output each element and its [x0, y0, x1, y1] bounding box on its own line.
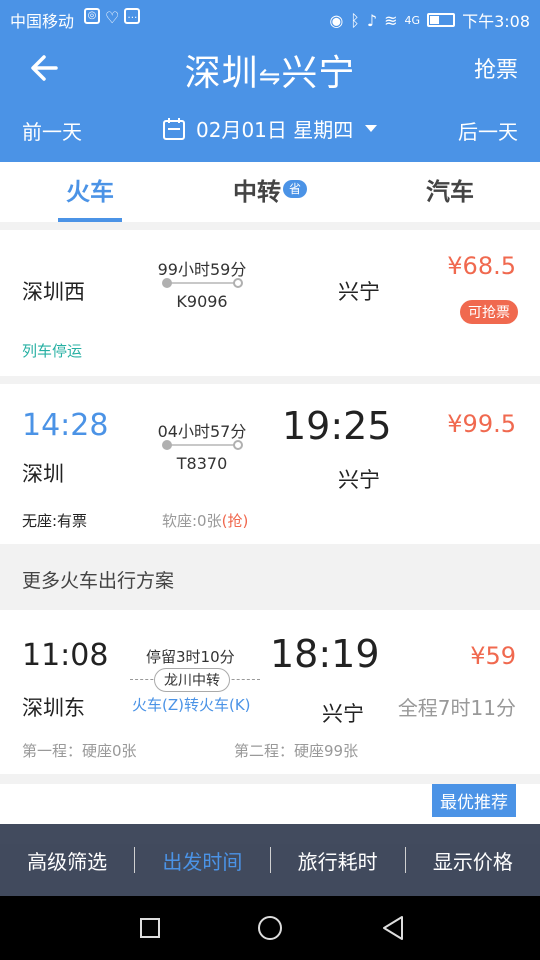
notification-icons: ◎ ♡ …	[84, 8, 141, 27]
dep-time: 11:08	[22, 638, 109, 673]
show-price-button[interactable]: 显示价格	[406, 846, 540, 875]
origin-city: 深圳	[184, 53, 259, 94]
advanced-filter-button[interactable]: 高级筛选	[0, 846, 134, 875]
price: ¥68.5	[447, 252, 516, 280]
date-picker[interactable]: 02月01日 星期四	[162, 114, 378, 143]
active-tab-indicator	[58, 218, 122, 222]
app-notification-icon: ◎	[84, 8, 100, 24]
dep-time: 14:28	[22, 408, 109, 443]
battery-icon	[427, 13, 456, 27]
route-line	[166, 282, 238, 284]
route-title: 深圳⇋兴宁	[0, 44, 540, 96]
transfer-city: 龙川中转	[154, 668, 230, 692]
sort-travel-time-button[interactable]: 旅行耗时	[271, 846, 405, 875]
status-text: 列车停运	[22, 342, 83, 360]
signal-icon: 4G	[404, 13, 421, 27]
price: ¥99.5	[447, 410, 516, 438]
train-card-t8370[interactable]: 14:28 深圳 04小时57分 T8370 19:25 兴宁 ¥99.5 无座…	[0, 384, 540, 544]
recents-icon[interactable]	[140, 918, 160, 938]
prev-day-button[interactable]: 前一天	[22, 116, 82, 145]
train-number: T8370	[176, 454, 228, 473]
more-options-title: 更多火车出行方案	[0, 544, 540, 610]
total-duration: 全程7时11分	[397, 696, 516, 720]
duration: 04小时57分	[157, 422, 247, 441]
seat-info-soft: 软座:0张(抢)	[162, 512, 249, 530]
train-card-k9096[interactable]: 深圳西 99小时59分 K9096 兴宁 ¥68.5 可抢票 列车停运	[0, 230, 540, 376]
carrier-name: 中国移动	[10, 12, 75, 31]
arr-time: 18:19	[270, 632, 380, 676]
back-triangle-icon[interactable]	[380, 914, 406, 942]
leg1-info: 第一程：硬座0张	[22, 742, 137, 760]
calendar-icon	[163, 117, 185, 140]
next-day-button[interactable]: 后一天	[458, 116, 518, 145]
arr-station: 兴宁	[322, 702, 364, 726]
sort-depart-time-button[interactable]: 出发时间	[135, 846, 269, 875]
route-end-dot	[233, 278, 243, 288]
route-line	[166, 444, 238, 446]
swap-icon[interactable]: ⇋	[259, 62, 282, 92]
recommend-badge: 最优推荐	[432, 784, 516, 817]
train-number: K9096	[176, 292, 228, 311]
dep-station: 深圳	[22, 462, 64, 486]
status-right: ◉ ᛒ ♪ ≋ 4G 下午3:08	[329, 8, 530, 32]
duration: 99小时59分	[157, 260, 247, 279]
leg2-info: 第二程：硬座99张	[234, 742, 359, 760]
dep-station: 深圳东	[22, 696, 85, 720]
tab-bus[interactable]: 汽车	[360, 162, 540, 222]
destination-city: 兴宁	[281, 53, 356, 94]
grab-ticket-button[interactable]: 抢票	[474, 52, 518, 84]
route-end-dot	[233, 440, 243, 450]
arr-station: 兴宁	[338, 280, 380, 304]
price: ¥59	[470, 642, 516, 670]
status-bar: 中国移动 ◎ ♡ … ◉ ᛒ ♪ ≋ 4G 下午3:08	[0, 0, 540, 36]
transfer-mode: 火车(Z)转火车(K)	[132, 696, 251, 714]
message-icon: …	[124, 8, 141, 24]
clock: 下午3:08	[462, 12, 530, 31]
arr-station: 兴宁	[338, 468, 380, 492]
transfer-card[interactable]: 11:08 深圳东 停留3时10分 龙川中转 火车(Z)转火车(K) 18:19…	[0, 610, 540, 774]
dep-station: 深圳西	[22, 280, 85, 304]
arr-time: 19:25	[282, 404, 392, 448]
bluetooth-icon: ᛒ	[350, 10, 360, 30]
wifi-icon: ≋	[384, 10, 398, 30]
seat-info-standing: 无座:有票	[22, 512, 88, 530]
heart-rate-icon: ♡	[105, 8, 120, 27]
grab-tag[interactable]: 可抢票	[460, 300, 518, 324]
tab-train[interactable]: 火车	[0, 162, 180, 222]
location-icon: ◉	[329, 10, 344, 30]
chevron-down-icon	[365, 125, 378, 132]
stopover-duration: 停留3时10分	[146, 648, 235, 666]
route-start-dot	[162, 440, 172, 450]
system-nav-bar	[0, 896, 540, 960]
transport-tabs: 火车 中转省 汽车	[0, 162, 540, 222]
save-badge: 省	[283, 180, 307, 198]
grab-suffix[interactable]: (抢)	[222, 512, 249, 530]
date-label: 02月01日 星期四	[196, 118, 354, 142]
header: 深圳⇋兴宁 抢票 前一天 02月01日 星期四 后一天	[0, 36, 540, 162]
tab-transfer[interactable]: 中转省	[180, 162, 360, 222]
home-icon[interactable]	[258, 916, 282, 940]
route-start-dot	[162, 278, 172, 288]
sort-filter-bar: 高级筛选 出发时间 旅行耗时 显示价格	[0, 824, 540, 896]
mute-icon: ♪	[366, 10, 378, 30]
